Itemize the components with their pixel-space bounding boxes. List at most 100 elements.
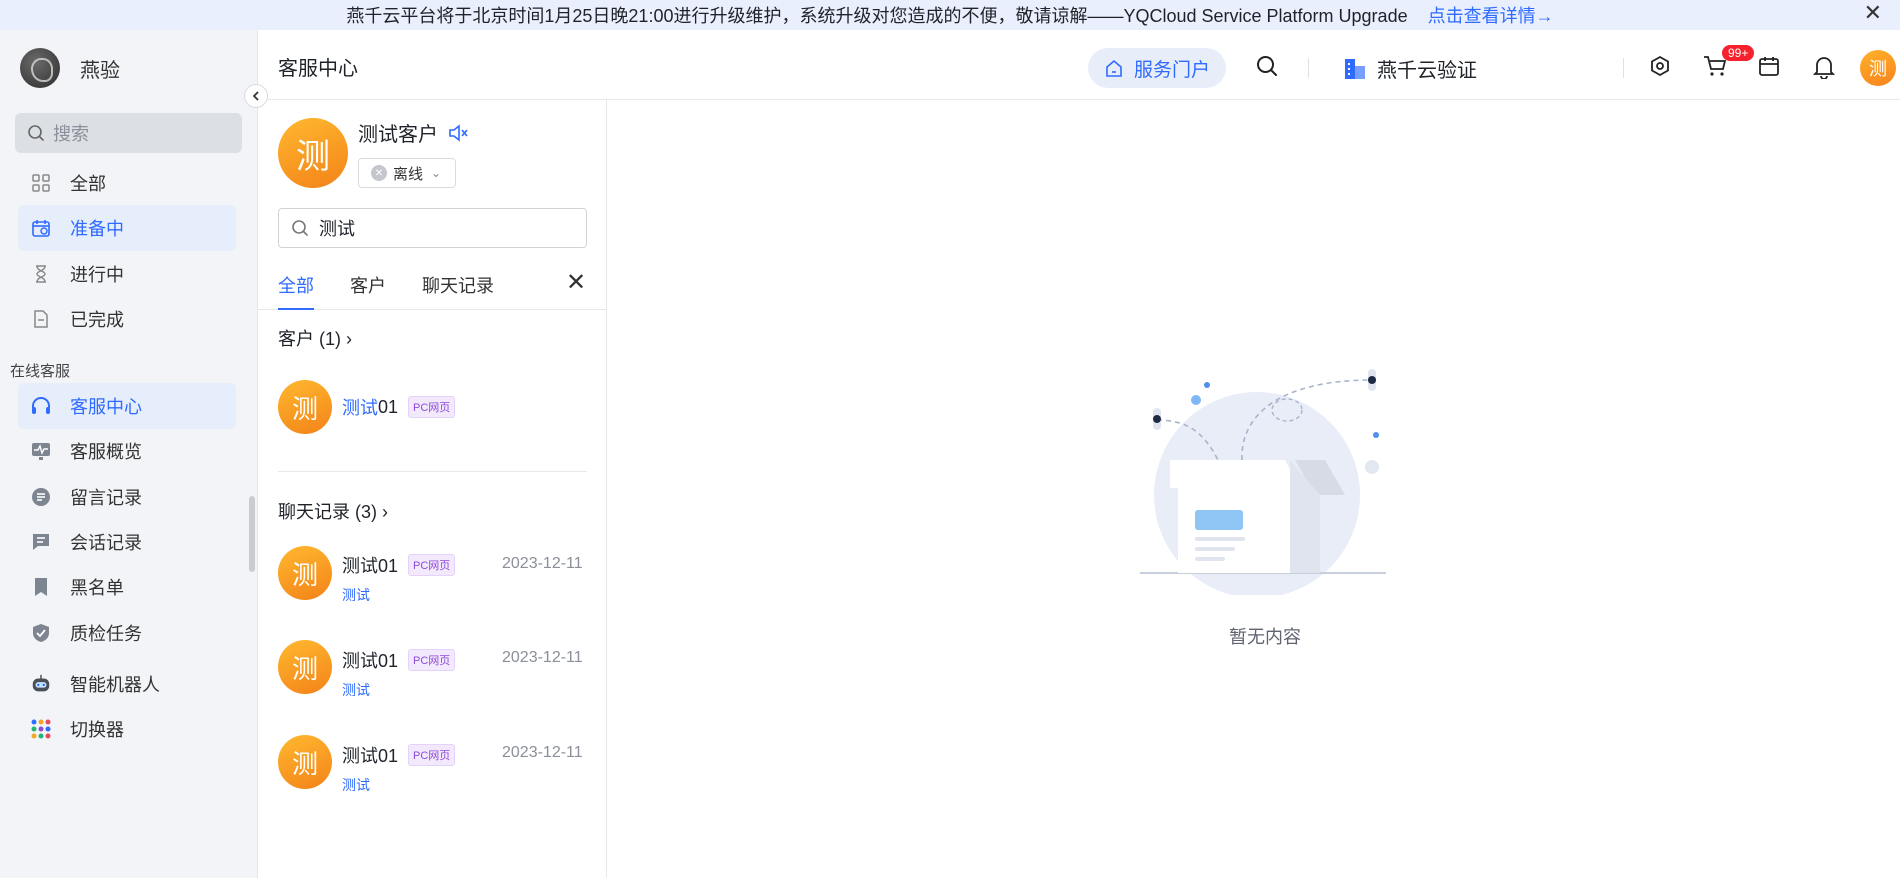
- chevron-left-icon: [252, 91, 259, 101]
- apps-grid-icon: [30, 718, 52, 740]
- header-search-button[interactable]: [1255, 54, 1279, 83]
- sidebar-search-input[interactable]: 搜索: [15, 113, 242, 153]
- chat-name-row: 测试01 PC网页: [342, 552, 456, 578]
- sidebar-item-service-overview[interactable]: 客服概览: [18, 428, 236, 474]
- robot-icon: [30, 673, 52, 695]
- sidebar-item-smart-robot[interactable]: 智能机器人: [18, 661, 236, 707]
- announcement-banner: 燕千云平台将于北京时间1月25日晚21:00进行升级维护，系统升级对您造成的不便…: [0, 0, 1900, 30]
- chat-avatar: 测: [278, 640, 332, 694]
- notifications-button[interactable]: [1812, 55, 1836, 84]
- organization-name: 燕千云验证: [1377, 60, 1477, 82]
- brand[interactable]: 燕验: [20, 48, 120, 88]
- hexagon-settings-icon: [1651, 55, 1669, 77]
- empty-state-illustration: [1130, 365, 1390, 598]
- sidebar-item-service-center[interactable]: 客服中心: [18, 383, 236, 429]
- chat-avatar: 测: [278, 546, 332, 600]
- divider: [278, 471, 587, 472]
- offline-icon: ✕: [371, 165, 387, 181]
- customer-search-input[interactable]: 测试: [278, 208, 587, 248]
- search-tabs: 全部 客户 聊天记录 ✕: [258, 260, 607, 310]
- brand-name: 燕验: [80, 59, 120, 82]
- cart-button[interactable]: [1703, 55, 1727, 82]
- chat-name: 测试01: [342, 651, 399, 671]
- sidebar-scrollbar[interactable]: [249, 496, 255, 572]
- close-icon[interactable]: ✕: [566, 271, 586, 295]
- profile-name: 测试客户: [358, 124, 438, 146]
- sidebar-item-preparing[interactable]: 准备中: [18, 205, 236, 251]
- chevron-right-icon: ›: [346, 329, 353, 349]
- sidebar-collapse-button[interactable]: [244, 84, 268, 108]
- calendar-button[interactable]: [1758, 55, 1780, 82]
- channel-tag: PC网页: [408, 744, 456, 766]
- section-label-online-service: 在线客服: [10, 363, 71, 380]
- chat-message-preview: 测试: [342, 777, 370, 793]
- sidebar-item-label: 留言记录: [70, 488, 142, 508]
- service-portal-label: 服务门户: [1133, 59, 1210, 81]
- customer-name[interactable]: 测试 01 PC网页: [342, 394, 456, 420]
- speaker-muted-icon[interactable]: [448, 123, 468, 142]
- banner-details-link[interactable]: 点击查看详情→: [1428, 2, 1554, 28]
- channel-tag: PC网页: [408, 396, 456, 418]
- home-icon: [1106, 59, 1122, 77]
- sidebar-item-completed[interactable]: 已完成: [18, 296, 236, 342]
- tab-all[interactable]: 全部: [278, 272, 314, 310]
- search-panel: 测 测试客户 ✕ 离线 ⌄ 测试 全部 客户 聊天记录 ✕ 客户 (1) › 测…: [258, 100, 607, 878]
- header-divider: [1308, 58, 1309, 78]
- sidebar-item-label: 已完成: [70, 310, 124, 330]
- chat-date: 2023-12-11: [502, 555, 583, 572]
- customer-avatar: 测: [278, 380, 332, 434]
- hourglass-icon: [30, 263, 52, 285]
- profile-avatar: 测: [278, 118, 348, 188]
- sidebar-item-message-records[interactable]: 留言记录: [18, 474, 236, 520]
- service-portal-button[interactable]: 服务门户: [1088, 48, 1226, 88]
- sidebar-item-all[interactable]: 全部: [18, 160, 236, 206]
- chat-icon: [30, 531, 52, 553]
- sidebar-item-switcher[interactable]: 切换器: [18, 706, 236, 752]
- sidebar-item-blacklist[interactable]: 黑名单: [18, 564, 236, 610]
- customer-name-rest: 01: [378, 396, 399, 417]
- settings-hex-button[interactable]: [1649, 55, 1671, 82]
- chat-name: 测试01: [342, 746, 399, 766]
- chats-group-title[interactable]: 聊天记录 (3) ›: [278, 498, 388, 524]
- notification-badge: 99+: [1722, 45, 1755, 61]
- chat-name-row: 测试01 PC网页: [342, 742, 456, 768]
- channel-tag: PC网页: [408, 649, 456, 671]
- organization-switcher[interactable]: 燕千云验证: [1343, 54, 1477, 83]
- message-list-icon: [30, 486, 52, 508]
- status-dropdown[interactable]: ✕ 离线 ⌄: [358, 158, 456, 188]
- sidebar-item-label: 质检任务: [70, 624, 142, 644]
- customers-group-label: 客户 (1): [278, 329, 341, 349]
- sidebar-item-in-progress[interactable]: 进行中: [18, 251, 236, 297]
- calendar-check-icon: [30, 217, 52, 239]
- customers-group-title[interactable]: 客户 (1) ›: [278, 325, 352, 351]
- banner-message: 燕千云平台将于北京时间1月25日晚21:00进行升级维护，系统升级对您造成的不便…: [346, 6, 1408, 26]
- chat-date: 2023-12-11: [502, 744, 583, 761]
- sidebar-item-label: 黑名单: [70, 578, 124, 598]
- tab-chat-records[interactable]: 聊天记录: [422, 272, 494, 308]
- search-icon: [1257, 56, 1277, 76]
- document-icon: [30, 308, 52, 330]
- monitor-pulse-icon: [30, 440, 52, 462]
- empty-box-illustration: [1140, 369, 1386, 598]
- header-divider: [1623, 58, 1624, 78]
- sidebar-item-label: 切换器: [70, 720, 124, 740]
- empty-state-text: 暂无内容: [1229, 627, 1301, 647]
- banner-close-icon[interactable]: ✕: [1864, 2, 1882, 24]
- tab-customers[interactable]: 客户: [350, 272, 386, 308]
- chats-group-label: 聊天记录 (3): [278, 502, 377, 522]
- chat-message-preview: 测试: [342, 587, 370, 603]
- sidebar-item-label: 智能机器人: [70, 675, 160, 695]
- chat-avatar: 测: [278, 735, 332, 789]
- grid-icon: [30, 172, 52, 194]
- profile-name-row: 测试客户: [358, 118, 468, 147]
- calendar-icon: [1759, 57, 1779, 76]
- user-avatar[interactable]: 测: [1860, 50, 1896, 86]
- sidebar-item-label: 客服概览: [70, 442, 142, 462]
- sidebar-item-session-records[interactable]: 会话记录: [18, 519, 236, 565]
- headset-icon: [30, 395, 52, 417]
- sidebar: 燕验 搜索 全部 准备中 进行中 已完成 在线客服 客服中心 客服概览 留言记录…: [0, 30, 258, 878]
- sidebar-item-quality-tasks[interactable]: 质检任务: [18, 610, 236, 656]
- chevron-right-icon: ›: [382, 502, 389, 522]
- bookmark-icon: [30, 576, 52, 598]
- chevron-down-icon: ⌄: [431, 166, 442, 180]
